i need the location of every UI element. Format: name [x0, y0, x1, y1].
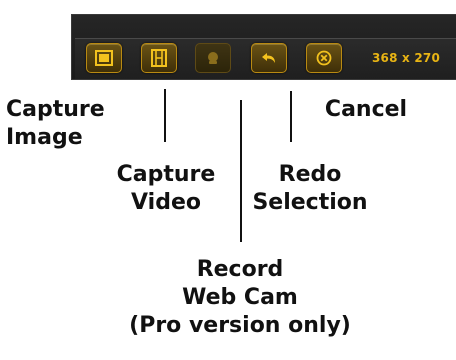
capture-toolbar: 368 x 270 [71, 14, 456, 80]
webcam-icon [206, 51, 220, 65]
record-webcam-button[interactable] [195, 43, 231, 73]
capture-image-label: Capture Image [6, 97, 105, 150]
cancel-button[interactable] [306, 43, 342, 73]
redo-selection-button[interactable] [251, 43, 287, 73]
capture-video-label: Capture Video [116, 162, 216, 215]
redo-selection-callout-line [290, 91, 292, 142]
toolbar-button-strip: 368 x 270 [75, 38, 456, 79]
cancel-x-icon [316, 50, 332, 66]
capture-image-button[interactable] [86, 43, 122, 73]
capture-image-icon [95, 50, 113, 66]
film-icon [150, 49, 168, 67]
capture-video-button[interactable] [141, 43, 177, 73]
redo-selection-label: Redo Selection [252, 162, 368, 215]
undo-arrow-icon [260, 51, 278, 65]
record-webcam-label: Record Web Cam (Pro version only) [129, 257, 351, 338]
cancel-label: Cancel [324, 97, 408, 122]
capture-video-callout-line [164, 89, 166, 142]
record-webcam-callout-line [240, 100, 242, 242]
capture-size-readout: 368 x 270 [372, 51, 440, 65]
